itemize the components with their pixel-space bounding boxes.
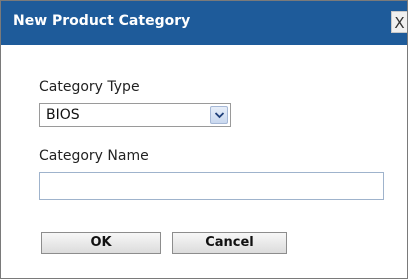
category-name-input[interactable] — [39, 172, 384, 200]
new-product-category-dialog: New Product Category X Category Type BIO… — [0, 0, 408, 279]
category-type-value: BIOS — [46, 107, 80, 123]
ok-button[interactable]: OK — [41, 232, 161, 254]
category-type-select[interactable]: BIOS — [39, 103, 231, 127]
chevron-down-icon[interactable] — [210, 106, 228, 124]
category-type-label: Category Type — [39, 79, 140, 95]
dialog-title: New Product Category — [13, 13, 191, 29]
dialog-titlebar[interactable]: New Product Category X — [1, 1, 407, 45]
close-button[interactable]: X — [391, 11, 407, 33]
category-name-label: Category Name — [39, 148, 149, 164]
chevron-down-icon-glyph — [215, 112, 224, 119]
cancel-button[interactable]: Cancel — [172, 232, 287, 254]
